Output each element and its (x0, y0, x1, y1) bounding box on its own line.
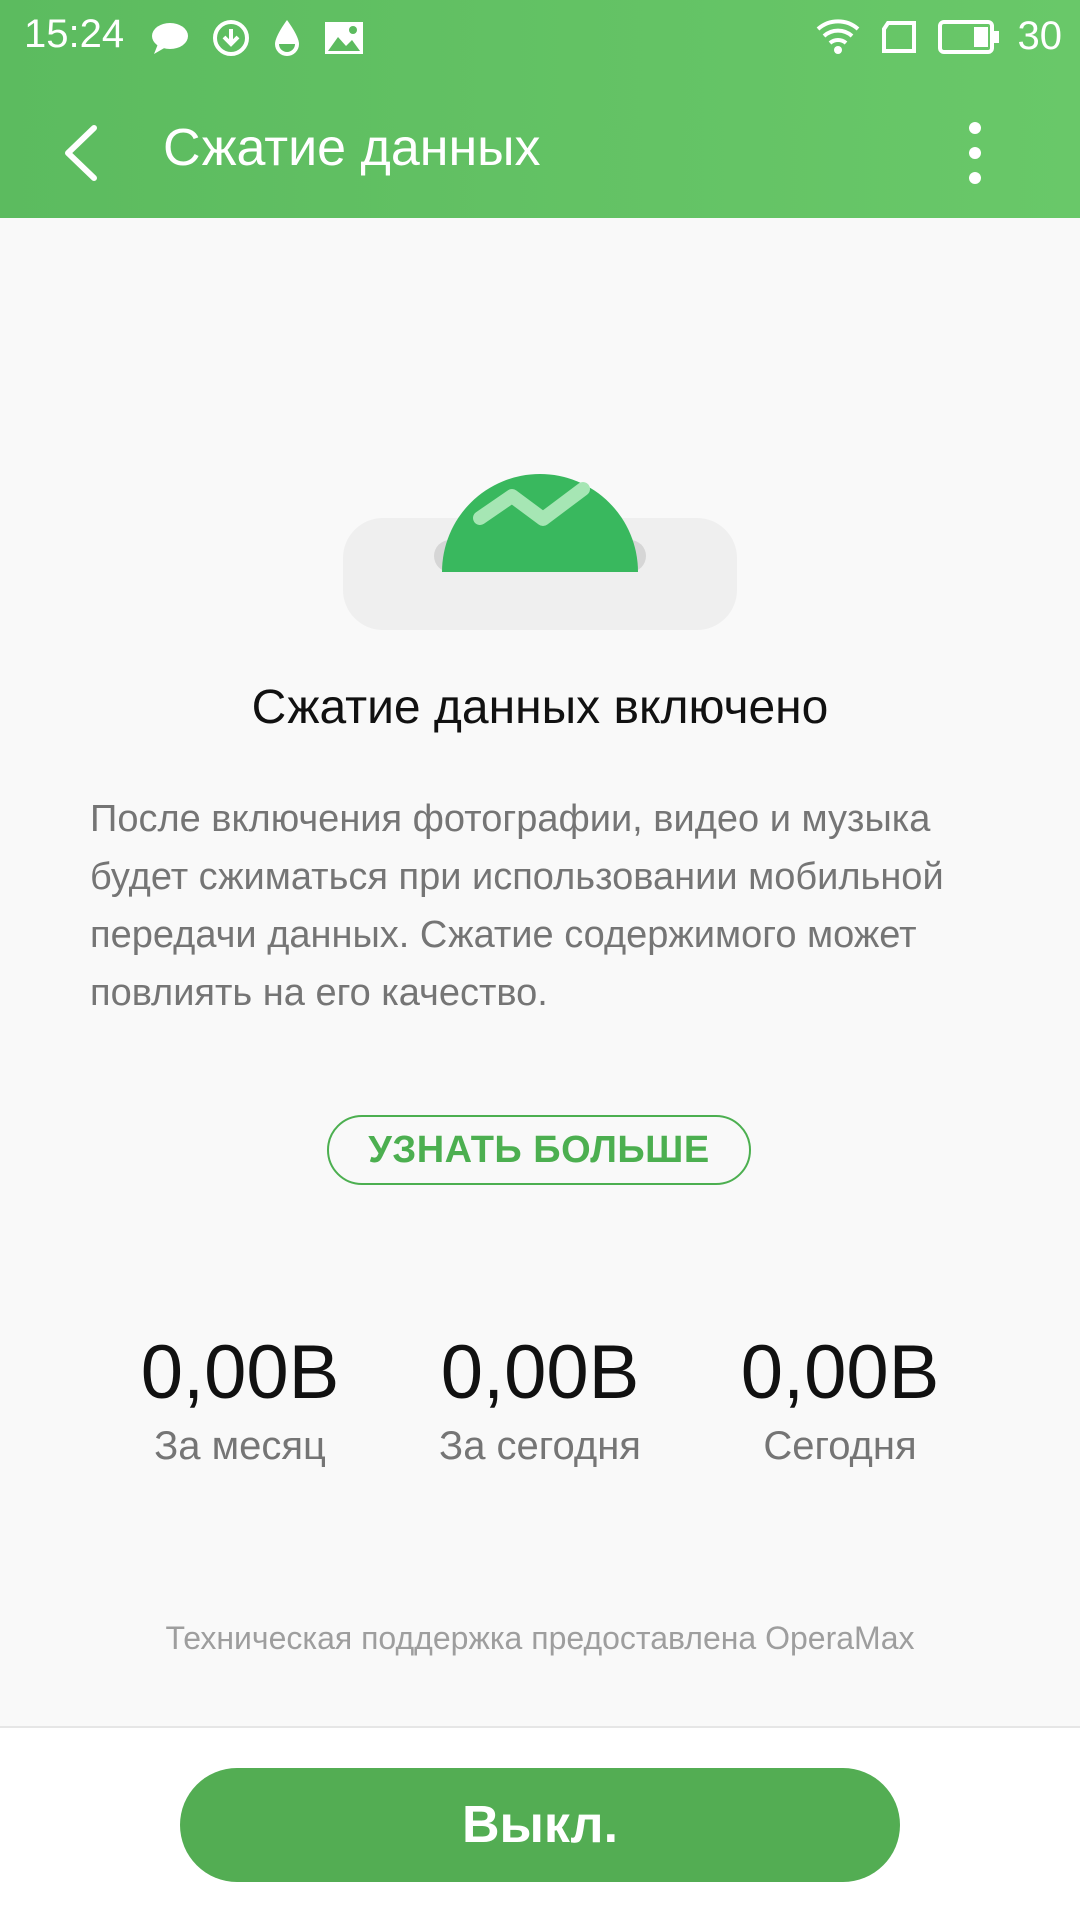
battery-level: 30 (1017, 14, 1063, 58)
description-text: После включения фотографии, видео и музы… (90, 798, 944, 1014)
more-vertical-icon[interactable] (955, 118, 995, 188)
compression-illustration (343, 474, 737, 630)
stat-today: 0,00B За сегодня (390, 1325, 690, 1469)
chat-bubble-icon (152, 23, 188, 54)
status-bar: 15:24 30 (0, 0, 1080, 80)
stat-label: Сегодня (763, 1424, 917, 1468)
download-icon (213, 20, 249, 56)
toolbar: Сжатие данных (0, 80, 1080, 218)
learn-more-button[interactable]: УЗНАТЬ БОЛЬШЕ (327, 1115, 751, 1185)
notification-icons (150, 18, 364, 58)
turn-off-button[interactable]: Выкл. (180, 1768, 900, 1882)
status-time: 15:24 (24, 12, 125, 56)
back-arrow-icon[interactable] (50, 118, 110, 188)
status-title: Сжатие данных включено (251, 681, 829, 734)
stat-month: 0,00B За месяц (90, 1325, 390, 1469)
system-status: 30 (814, 14, 1063, 59)
battery-icon (937, 19, 999, 54)
image-icon (325, 22, 363, 54)
stat-value: 0,00B (140, 1330, 340, 1415)
stat-label: За сегодня (439, 1424, 641, 1468)
wifi-icon (816, 18, 859, 54)
bottom-bar: Выкл. (0, 1726, 1080, 1920)
stat-value: 0,00B (740, 1330, 940, 1415)
app-header: 15:24 30 Сжатие данных (0, 0, 1080, 218)
powered-by-note: Техническая поддержка предоставлена Oper… (165, 1620, 915, 1656)
toolbar-title: Сжатие данных (163, 119, 541, 177)
sim-icon (881, 20, 916, 53)
stats-row: 0,00B За месяц 0,00B За сегодня 0,00B Се… (0, 1325, 1080, 1485)
stat-today-2: 0,00B Сегодня (690, 1325, 990, 1469)
stat-value: 0,00B (440, 1330, 640, 1415)
screen: 15:24 30 Сжатие данных Сжатие данных вкл… (0, 0, 1080, 1920)
drop-icon (275, 20, 299, 56)
stat-label: За месяц (154, 1424, 326, 1468)
